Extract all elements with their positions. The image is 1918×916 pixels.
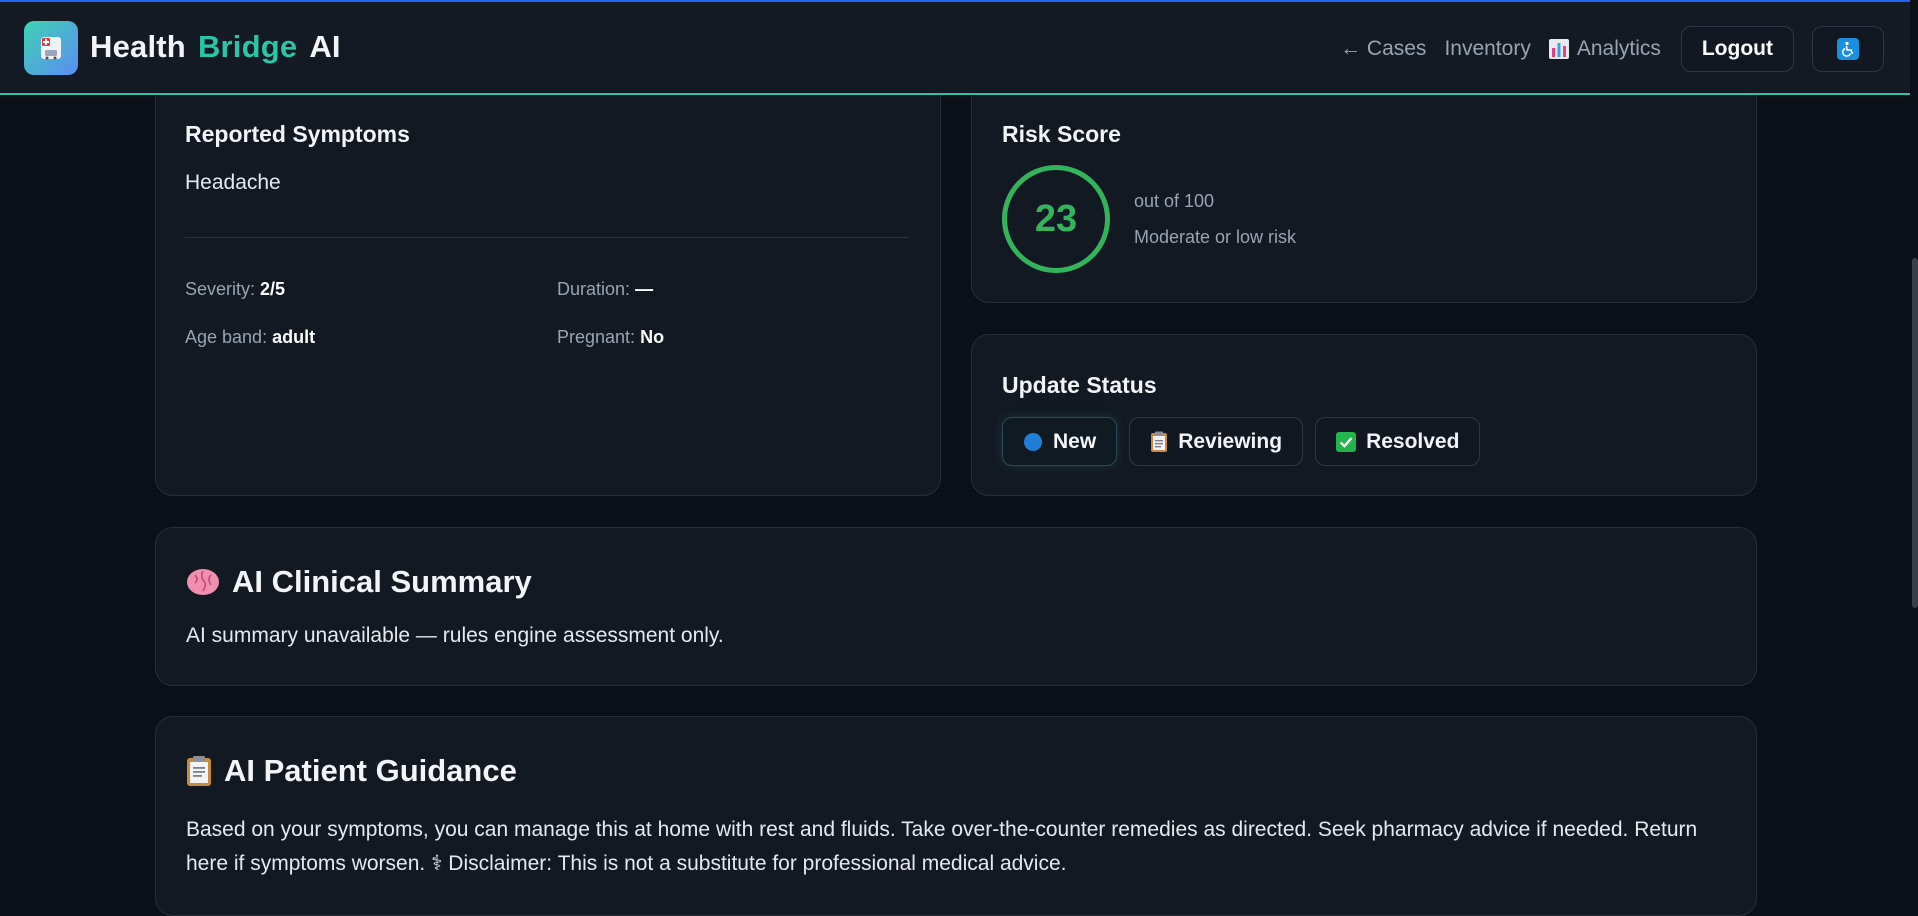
age-band-value: adult — [272, 327, 316, 347]
top-nav: ← Cases Inventory Analytics Logout — [1340, 2, 1910, 95]
status-resolved-label: Resolved — [1366, 429, 1460, 453]
status-new-label: New — [1053, 429, 1097, 453]
summary-text: AI summary unavailable — rules engine as… — [186, 624, 724, 647]
bar-chart-icon — [1548, 38, 1569, 59]
guidance-title: AI Patient Guidance — [224, 753, 517, 788]
duration-label: Duration: — [557, 279, 631, 299]
brand-health: Health — [90, 29, 186, 64]
divider — [185, 237, 909, 238]
reported-symptoms-card: Reported Symptoms Headache Severity: 2/5… — [155, 70, 941, 496]
accessibility-button[interactable] — [1812, 25, 1884, 72]
risk-title: Risk Score — [1002, 121, 1121, 147]
wheelchair-icon — [1837, 37, 1859, 60]
summary-title: AI Clinical Summary — [232, 564, 532, 599]
ai-clinical-summary-card: AI Clinical Summary AI summary unavailab… — [155, 527, 1757, 686]
pregnant-value: No — [640, 327, 665, 347]
logout-button[interactable]: Logout — [1680, 25, 1794, 72]
severity-field: Severity: 2/5 — [185, 279, 285, 300]
nav-cases-link[interactable]: ← Cases — [1340, 37, 1426, 61]
status-reviewing-button[interactable]: Reviewing — [1129, 417, 1304, 466]
status-options: New Reviewing Resolved — [1002, 417, 1492, 466]
symptom-value: Headache — [185, 171, 281, 194]
app-title: Health Bridge AI — [90, 29, 341, 65]
ai-patient-guidance-card: AI Patient Guidance Based on your sympto… — [155, 716, 1757, 916]
status-reviewing-label: Reviewing — [1178, 429, 1283, 453]
clipboard-icon — [1150, 431, 1168, 453]
risk-out-of: out of 100 — [1134, 191, 1215, 211]
risk-score-gauge: 23 — [1002, 165, 1110, 273]
symptoms-title: Reported Symptoms — [185, 121, 410, 147]
risk-level: Moderate or low risk — [1134, 227, 1297, 247]
update-status-card: Update Status New Reviewing Resolved — [971, 334, 1757, 496]
status-new-button[interactable]: New — [1002, 417, 1118, 466]
brand-bridge: Bridge — [197, 29, 298, 64]
scrollbar-thumb[interactable] — [1912, 258, 1918, 608]
age-band-label: Age band: — [185, 327, 268, 347]
status-title: Update Status — [1002, 372, 1157, 398]
summary-heading: AI Clinical Summary — [186, 564, 532, 600]
age-band-field: Age band: adult — [185, 327, 315, 348]
check-box-icon — [1336, 431, 1357, 452]
blue-circle-icon — [1023, 432, 1043, 452]
duration-value: — — [635, 279, 654, 299]
nav-analytics-link[interactable]: Analytics — [1548, 36, 1661, 61]
nav-analytics-label: Analytics — [1576, 36, 1661, 60]
pregnant-field: Pregnant: No — [557, 327, 664, 348]
nav-inventory-link[interactable]: Inventory — [1444, 37, 1530, 61]
risk-score-card: Risk Score 23 out of 100 Moderate or low… — [971, 70, 1757, 303]
severity-value: 2/5 — [260, 279, 286, 299]
brand-ai: AI — [309, 29, 341, 64]
brain-icon — [186, 567, 220, 597]
medical-kit-icon — [41, 37, 61, 60]
clipboard-icon — [186, 755, 212, 787]
status-resolved-button[interactable]: Resolved — [1315, 417, 1481, 466]
guidance-text: Based on your symptoms, you can manage t… — [186, 818, 1698, 875]
guidance-heading: AI Patient Guidance — [186, 753, 517, 789]
severity-label: Severity: — [185, 279, 256, 299]
pregnant-label: Pregnant: — [557, 327, 636, 347]
app-header: Health Bridge AI ← Cases Inventory Analyti… — [0, 2, 1910, 95]
duration-field: Duration: — — [557, 279, 653, 300]
logo[interactable] — [24, 21, 78, 75]
